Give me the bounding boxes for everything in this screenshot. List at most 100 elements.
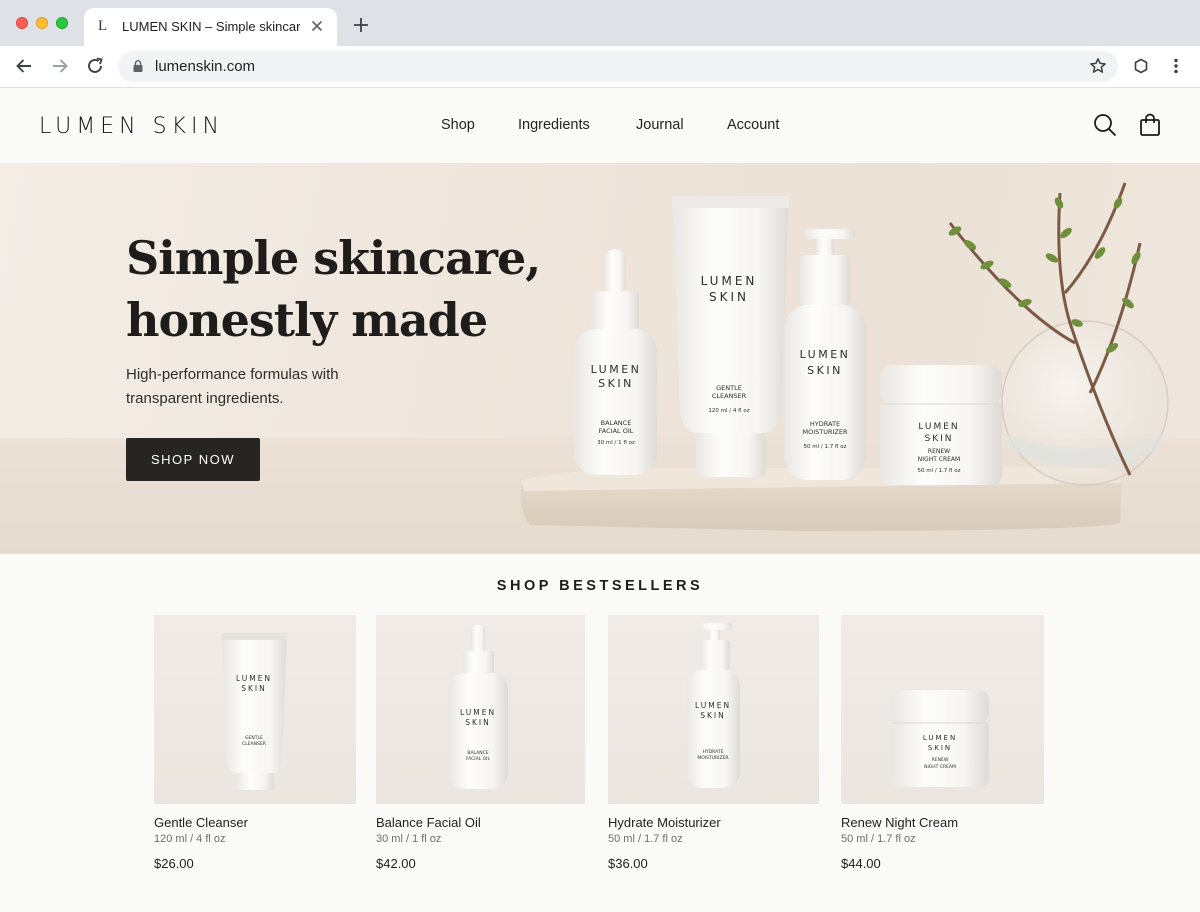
hero-moisturizer-size: 50 ml / 1.7 fl oz: [804, 444, 847, 450]
star-icon: [1090, 58, 1106, 73]
svg-text:LUMEN: LUMEN: [236, 674, 272, 683]
extension-button[interactable]: [1131, 56, 1151, 76]
browser-menu-button[interactable]: [1166, 56, 1186, 76]
plus-icon: [354, 18, 368, 32]
card-4-label-2: NIGHT CREAM: [924, 764, 956, 770]
card-4-label-1: RENEW: [932, 757, 949, 763]
hero-cleanser-brand-2: SKIN: [709, 290, 749, 304]
product-name[interactable]: Balance Facial Oil: [376, 815, 481, 830]
facial-oil-bottle-image: LUMEN SKIN BALANCE FACIAL OIL: [448, 625, 508, 789]
forward-arrow-icon: [53, 59, 68, 73]
night-cream-jar-image: LUMEN SKIN RENEW NIGHT CREAM: [891, 690, 989, 787]
tab-strip: L LUMEN SKIN – Simple skincare, honestly…: [0, 0, 1200, 46]
extension-icon: [1134, 58, 1148, 74]
hero-oil-brand-2: SKIN: [598, 377, 634, 390]
product-size: 120 ml / 4 fl oz: [154, 833, 226, 845]
hero-title-line-2: honestly made: [126, 293, 488, 347]
card-1-label-1: GENTLE: [245, 735, 263, 741]
svg-text:SKIN: SKIN: [700, 711, 726, 720]
browser-tab-active[interactable]: L LUMEN SKIN – Simple skincare, honestly…: [84, 8, 337, 46]
hero-cleanser-size: 120 ml / 4 fl oz: [708, 408, 749, 414]
card-1-label-2: CLEANSER: [242, 741, 266, 747]
new-tab-button[interactable]: [350, 14, 372, 36]
svg-text:LUMEN: LUMEN: [460, 708, 496, 717]
hero-product-image: LUMEN SKIN BALANCE FACIAL OIL 30 ml / 1 …: [521, 182, 1169, 531]
hero-banner: Simple skincare, honestly made High-perf…: [0, 163, 1200, 554]
hero-cream-size: 50 ml / 1.7 fl oz: [918, 468, 961, 474]
svg-text:SKIN: SKIN: [241, 684, 267, 693]
site-header: LUMEN SKIN Shop Ingredients Journal Acco…: [0, 88, 1200, 163]
url-text[interactable]: lumenskin.com: [155, 58, 255, 75]
nav-link-journal[interactable]: Journal: [636, 117, 684, 133]
close-icon: [311, 20, 323, 32]
tab-favicon: L: [98, 18, 108, 34]
address-bar[interactable]: lumenskin.com: [118, 51, 1118, 82]
hero-moisturizer-name-2: MOISTURIZER: [802, 428, 847, 436]
forward-button[interactable]: [49, 55, 71, 77]
kebab-menu-icon: [1174, 58, 1178, 74]
product-image[interactable]: LUMEN SKIN RENEW NIGHT CREAM: [841, 615, 1044, 804]
shopping-bag-icon: [1140, 113, 1160, 136]
product-image[interactable]: LUMEN SKIN HYDRATE MOISTURIZER: [608, 615, 819, 804]
close-window-button[interactable]: [16, 17, 28, 29]
search-icon: [1094, 114, 1117, 137]
lock-icon[interactable]: [131, 59, 145, 73]
back-arrow-icon: [16, 59, 31, 73]
nav-link-ingredients[interactable]: Ingredients: [518, 117, 590, 133]
moisturizer-bottle-image: LUMEN SKIN HYDRATE MOISTURIZER: [686, 623, 740, 788]
hero-cream-brand-1: LUMEN: [918, 422, 959, 432]
svg-text:SKIN: SKIN: [465, 718, 491, 727]
cleanser-tube-image: LUMEN SKIN GENTLE CLEANSER: [222, 633, 287, 790]
nav-link-account[interactable]: Account: [727, 117, 779, 133]
hero-moisturizer-name-1: HYDRATE: [810, 420, 840, 428]
product-name[interactable]: Renew Night Cream: [841, 815, 958, 830]
hero-oil-brand-1: LUMEN: [591, 363, 642, 376]
product-name[interactable]: Gentle Cleanser: [154, 815, 248, 830]
product-size: 50 ml / 1.7 fl oz: [841, 833, 916, 845]
hero-title: Simple skincare, honestly made: [126, 227, 541, 351]
svg-text:LUMEN: LUMEN: [923, 734, 957, 742]
product-price: $44.00: [841, 856, 881, 871]
hero-title-line-1: Simple skincare,: [126, 231, 541, 285]
brand-logo[interactable]: LUMEN SKIN: [39, 114, 224, 139]
product-name[interactable]: Hydrate Moisturizer: [608, 815, 721, 830]
hero-cream-brand-2: SKIN: [924, 434, 953, 444]
hero-cream-name-2: NIGHT CREAM: [918, 456, 960, 463]
hero-cream-name-1: RENEW: [928, 448, 950, 455]
hero-cleanser-brand-1: LUMEN: [701, 274, 758, 288]
svg-text:SKIN: SKIN: [928, 744, 952, 752]
product-image[interactable]: LUMEN SKIN GENTLE CLEANSER: [154, 615, 356, 804]
section-title-bestsellers: SHOP BESTSELLERS: [496, 578, 704, 594]
tab-title: LUMEN SKIN – Simple skincare, honestly m…: [122, 19, 300, 34]
reload-button[interactable]: [84, 55, 106, 77]
card-2-label-2: FACIAL OIL: [466, 756, 491, 762]
product-price: $42.00: [376, 856, 416, 871]
product-price: $26.00: [154, 856, 194, 871]
card-3-label-2: MOISTURIZER: [697, 755, 728, 761]
hero-moisturizer-brand-2: SKIN: [807, 364, 843, 377]
nav-link-shop[interactable]: Shop: [441, 117, 475, 133]
product-price: $36.00: [608, 856, 648, 871]
hero-cleanser-name-1: GENTLE: [716, 384, 742, 392]
product-size: 30 ml / 1 fl oz: [376, 833, 442, 845]
card-2-label-1: BALANCE: [467, 750, 488, 756]
hero-cleanser-name-2: CLEANSER: [712, 392, 747, 400]
zoom-window-button[interactable]: [56, 17, 68, 29]
browser-chrome: L LUMEN SKIN – Simple skincare, honestly…: [0, 0, 1200, 88]
reload-icon: [88, 57, 103, 73]
minimize-window-button[interactable]: [36, 17, 48, 29]
cart-button[interactable]: [1137, 112, 1163, 138]
product-image[interactable]: LUMEN SKIN BALANCE FACIAL OIL: [376, 615, 585, 804]
hero-subtitle: High-performance formulas with transpare…: [126, 366, 339, 407]
hero-moisturizer-brand-1: LUMEN: [800, 348, 851, 361]
glass-vase: [1001, 320, 1169, 486]
card-3-label-1: HYDRATE: [703, 749, 724, 755]
hero-oil-name-2: FACIAL OIL: [599, 427, 634, 435]
search-button[interactable]: [1092, 112, 1118, 138]
bookmark-button[interactable]: [1088, 56, 1108, 76]
hero-oil-size: 30 ml / 1 fl oz: [597, 440, 635, 446]
shop-now-button[interactable]: SHOP NOW: [126, 438, 260, 481]
svg-text:LUMEN: LUMEN: [695, 701, 731, 710]
back-button[interactable]: [13, 55, 35, 77]
tab-close-button[interactable]: [307, 16, 327, 36]
